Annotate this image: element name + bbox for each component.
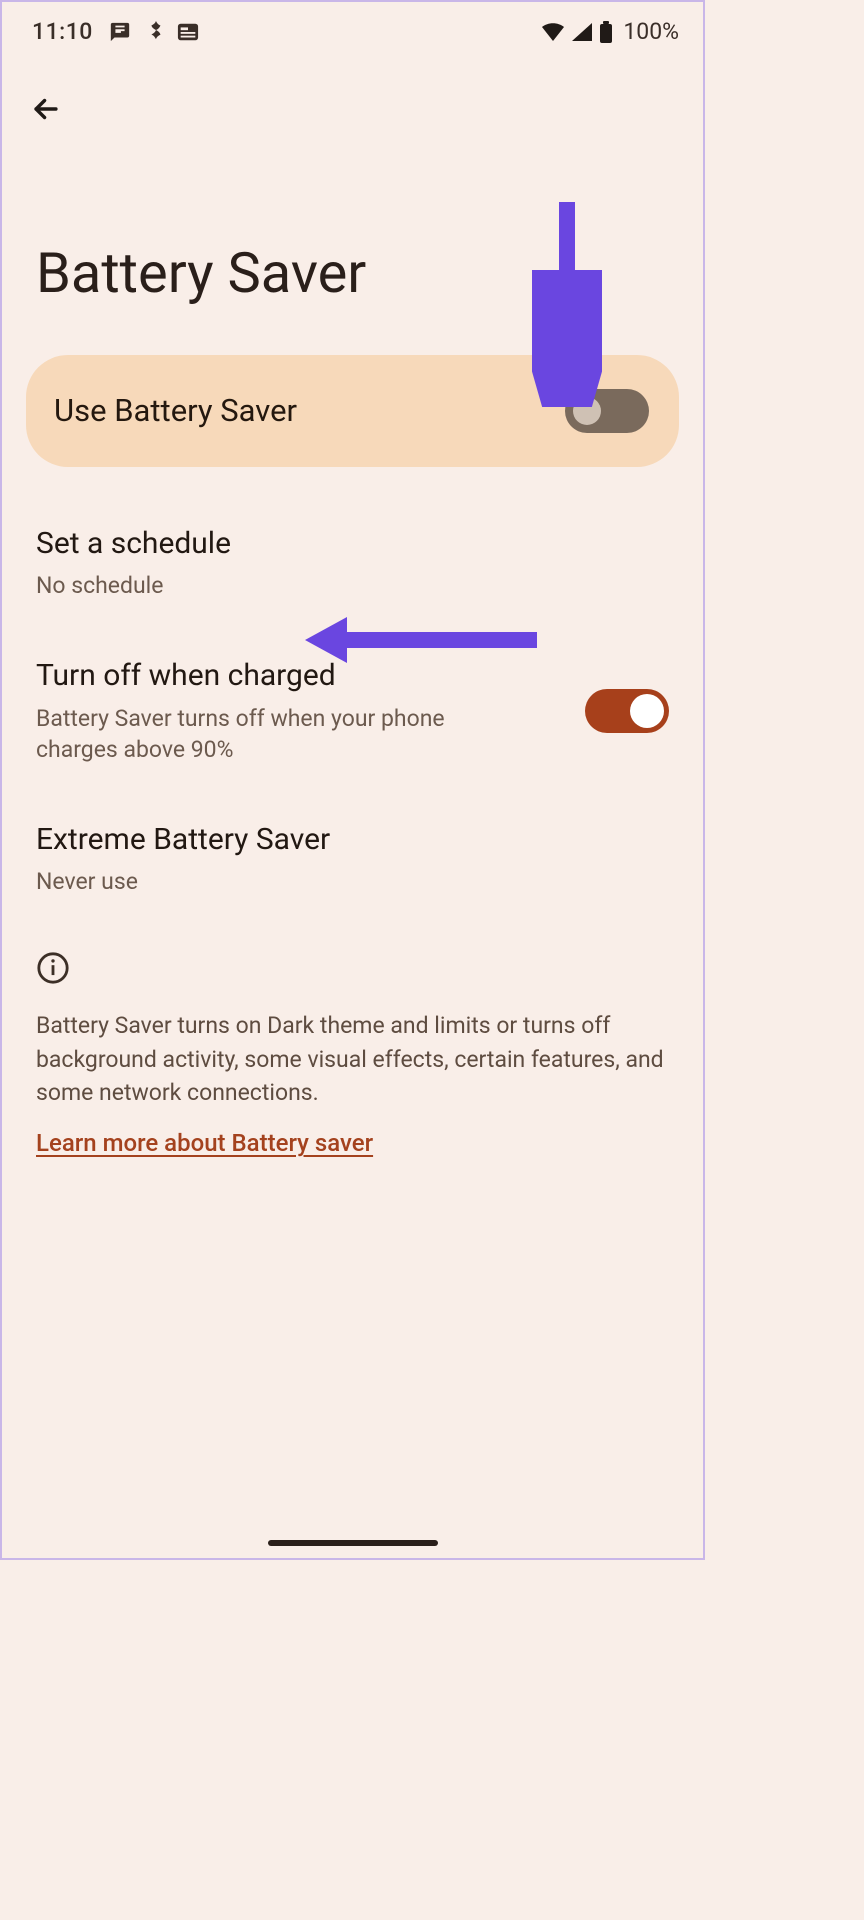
battery-icon (599, 21, 613, 43)
turn-off-when-charged-row[interactable]: Turn off when charged Battery Saver turn… (36, 629, 669, 793)
news-icon (177, 22, 199, 42)
page-title: Battery Saver (2, 143, 703, 355)
use-battery-saver-label: Use Battery Saver (54, 392, 297, 429)
set-schedule-subtitle: No schedule (36, 570, 669, 601)
info-icon (36, 951, 70, 985)
home-indicator[interactable] (268, 1540, 438, 1546)
set-schedule-row[interactable]: Set a schedule No schedule (36, 497, 669, 630)
arrow-back-icon (29, 92, 63, 126)
status-time: 11:10 (32, 18, 93, 45)
extreme-subtitle: Never use (36, 866, 669, 897)
status-left: 11:10 (32, 18, 199, 45)
learn-more-link[interactable]: Learn more about Battery saver (36, 1129, 373, 1157)
toolbar (2, 57, 703, 143)
back-button[interactable] (22, 85, 70, 133)
messages-icon (109, 21, 131, 43)
turn-off-subtitle: Battery Saver turns off when your phone … (36, 703, 466, 765)
set-schedule-title: Set a schedule (36, 525, 669, 563)
toggle-knob (630, 694, 664, 728)
settings-list: Set a schedule No schedule Turn off when… (2, 467, 703, 926)
info-text: Battery Saver turns on Dark theme and li… (36, 1009, 669, 1109)
extreme-title: Extreme Battery Saver (36, 821, 669, 859)
extreme-battery-saver-row[interactable]: Extreme Battery Saver Never use (36, 793, 669, 926)
photos-icon (143, 21, 165, 43)
info-block: Battery Saver turns on Dark theme and li… (2, 925, 703, 1157)
battery-percentage: 100% (623, 18, 679, 45)
turn-off-title: Turn off when charged (36, 657, 561, 695)
status-bar: 11:10 100% (2, 2, 703, 57)
use-battery-saver-toggle[interactable] (565, 389, 649, 433)
wifi-icon (541, 22, 565, 42)
status-notification-icons (109, 21, 199, 43)
status-right: 100% (541, 18, 679, 45)
cell-signal-icon (571, 22, 593, 42)
turn-off-when-charged-toggle[interactable] (585, 689, 669, 733)
use-battery-saver-row[interactable]: Use Battery Saver (26, 355, 679, 467)
toggle-knob (573, 397, 601, 425)
